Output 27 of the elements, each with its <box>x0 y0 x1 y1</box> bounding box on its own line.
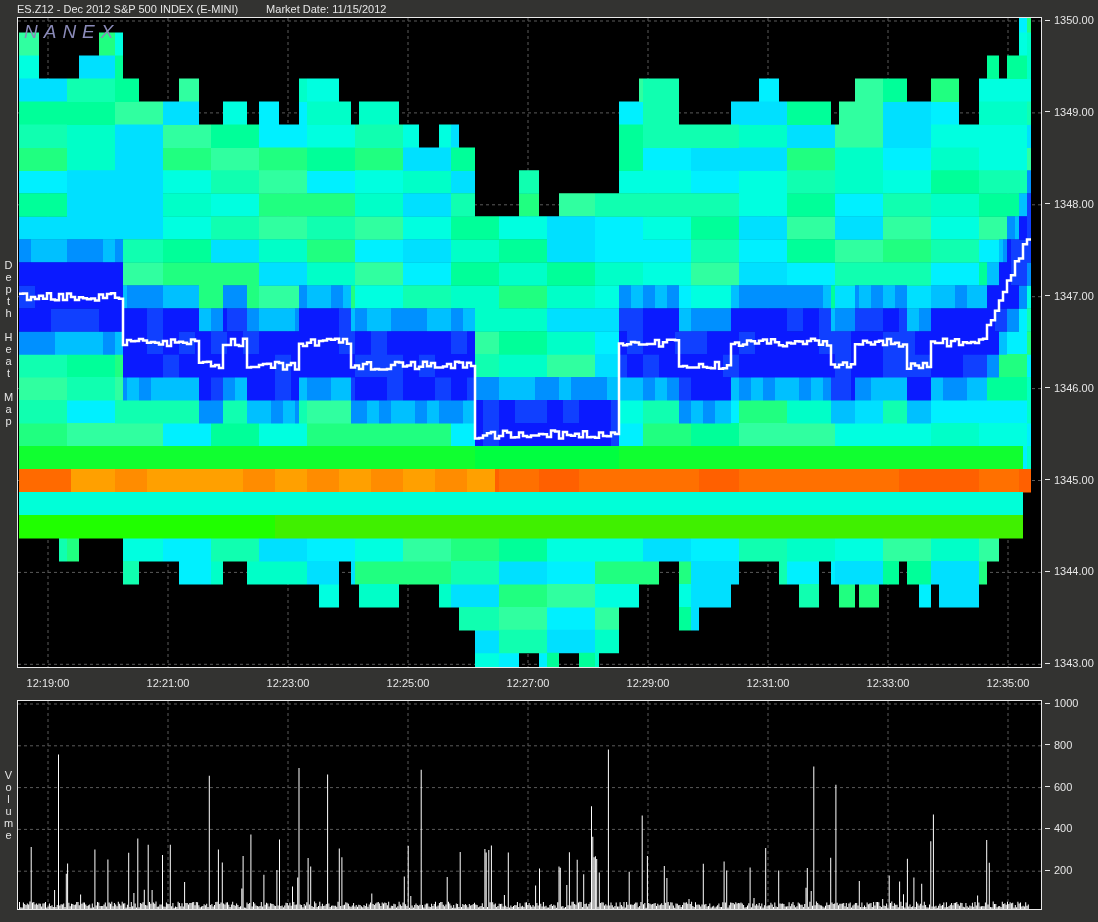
axis-tick-label: 12:35:00 <box>986 677 1030 689</box>
axis-tick-label: 1348.00 <box>1054 197 1094 210</box>
logo: NANEX <box>24 21 120 43</box>
axis-tick-label: 1344.00 <box>1054 565 1094 578</box>
axis-tick-label: 12:33:00 <box>866 677 910 689</box>
axis-tick-label: 12:21:00 <box>146 677 190 689</box>
axis-tick-label: 800 <box>1054 738 1073 751</box>
axis-tick-label: 12:29:00 <box>626 677 670 689</box>
axis-tick-label: 200 <box>1054 864 1073 877</box>
axis-tick-label: 1343.00 <box>1054 657 1094 670</box>
axis-label: Volume <box>3 769 14 841</box>
axis-tick-label: 600 <box>1054 780 1073 793</box>
market-date: Market Date: 11/15/2012 <box>266 2 387 15</box>
chart-title: ES.Z12 - Dec 2012 S&P 500 INDEX (E-MINI) <box>17 2 239 15</box>
axis-tick-label: 1350.00 <box>1054 14 1094 26</box>
axis-tick-label: 1347.00 <box>1054 289 1094 302</box>
axis-tick-label: 12:23:00 <box>266 677 310 689</box>
axis-tick-label: 1346.00 <box>1054 381 1094 394</box>
axis-label: Depth Heat Map <box>3 258 14 427</box>
axis-tick-label: 1349.00 <box>1054 105 1094 118</box>
axis-tick-label: 400 <box>1054 822 1073 835</box>
axis-tick-label: 12:27:00 <box>506 677 550 689</box>
axis-tick-label: 1000 <box>1054 697 1079 709</box>
axis-tick-label: 1345.00 <box>1054 473 1094 486</box>
axis-tick-label: 12:19:00 <box>26 677 70 689</box>
axis-tick-label: 12:25:00 <box>386 677 430 689</box>
axis-tick-label: 12:31:00 <box>746 677 790 689</box>
